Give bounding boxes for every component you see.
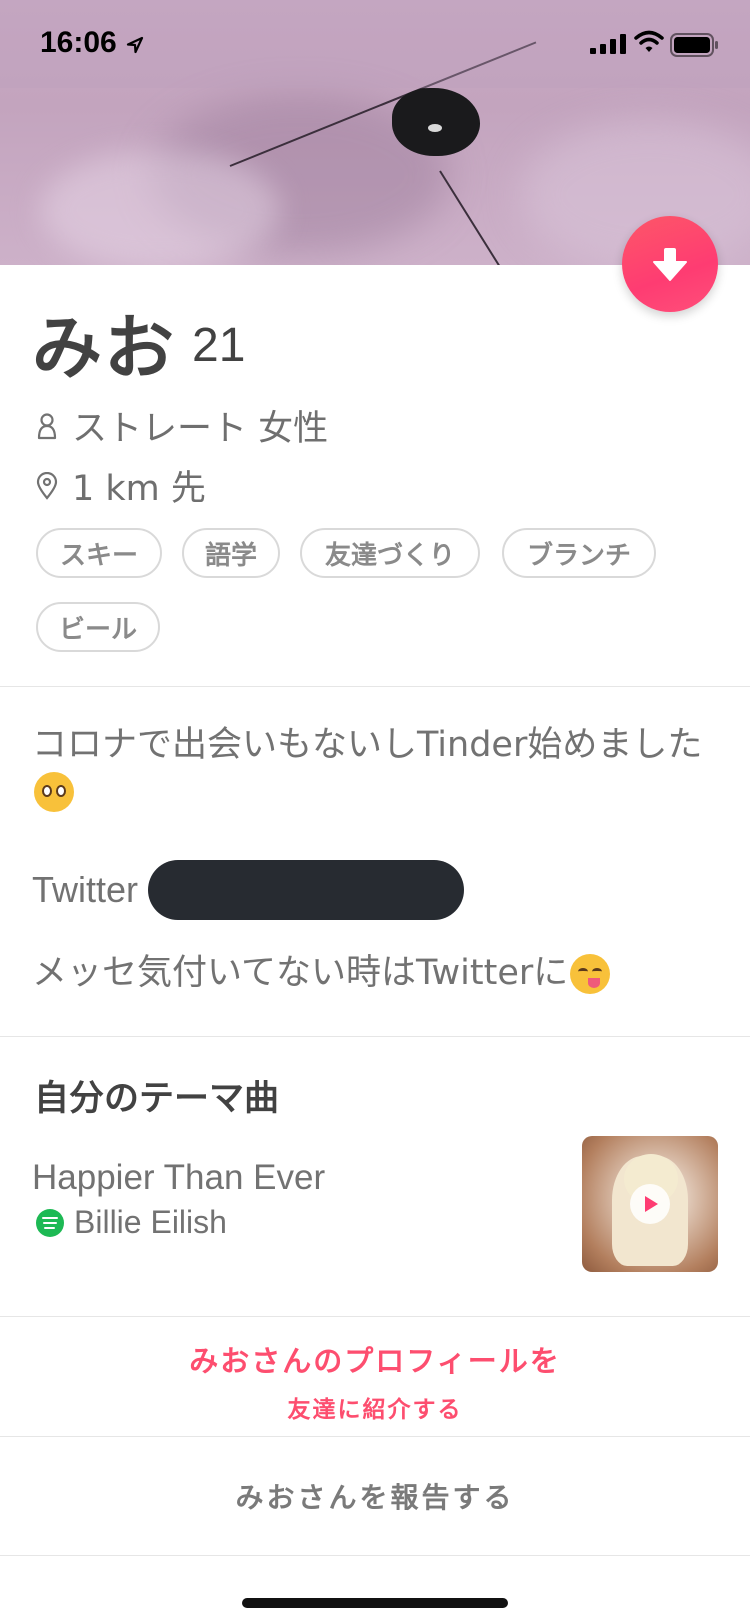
photo-tile-line [439,170,505,265]
bio-text: コロナで出会いもないしTinder始めました [32,725,703,765]
pleading-face-emoji-icon [34,772,74,812]
bio-twitter-line: Twitter [32,860,722,920]
twitter-label: Twitter [32,869,139,910]
album-art[interactable] [582,1136,718,1272]
collapse-profile-button[interactable] [622,216,718,312]
profile-name: みお [32,307,176,389]
distance-row: 1 km 先 [36,460,206,511]
share-line-1: みおさんのプロフィールを [189,1344,561,1378]
status-time: 16:06 [40,26,117,59]
anthem-section-title: 自分のテーマ曲 [34,1079,280,1119]
bio-text: メッセ気付いてない時はTwitterに [32,953,569,993]
redacted-handle [148,860,465,920]
distance-text: 1 km 先 [72,469,206,509]
interest-chip: スキー [36,528,162,578]
cellular-signal-icon [590,34,626,54]
location-pin-icon [36,471,58,500]
battery-icon [670,33,718,57]
divider [0,1436,750,1437]
divider [0,1555,750,1556]
interest-chip: 語学 [182,528,280,578]
status-bar: 16:06 [0,0,750,88]
report-button[interactable]: みおさんを報告する [0,1476,750,1516]
song-title[interactable]: Happier Than Ever [32,1158,325,1198]
play-icon [645,1196,658,1212]
interest-chip: ビール [36,602,160,652]
bio-line: メッセ気付いてない時はTwitterに [32,950,722,996]
divider [0,1036,750,1037]
interest-chip: ブランチ [502,528,656,578]
profile-age: 21 [192,319,246,372]
photo-highlight [40,150,280,265]
interest-chip: 友達づくり [300,528,480,578]
orientation-row: ストレート 女性 [36,400,328,451]
profile-screen: 16:06 みお 21 ストレート 女性 1 km 先 スキー 語学 友達づくり… [0,0,750,1624]
artist-name: Billie Eilish [74,1204,227,1240]
share-line-2: 友達に紹介する [287,1397,463,1423]
divider [0,1316,750,1317]
share-profile-button[interactable]: みおさんのプロフィールを 友達に紹介する [0,1338,750,1424]
person-icon [37,412,57,439]
song-artist-row: Billie Eilish [36,1204,227,1241]
photo-shoe-shine [428,124,442,132]
divider [0,686,750,687]
orientation-gender-text: ストレート 女性 [72,409,329,449]
yum-face-emoji-icon [570,954,611,994]
home-indicator[interactable] [242,1598,508,1608]
location-arrow-icon [126,36,144,54]
play-button[interactable] [630,1184,670,1224]
wifi-icon [634,30,664,52]
arrow-down-icon [653,248,687,281]
bio-line: コロナで出会いもないしTinder始めました [32,722,722,814]
photo-shoe [392,88,480,156]
spotify-icon [36,1208,64,1237]
